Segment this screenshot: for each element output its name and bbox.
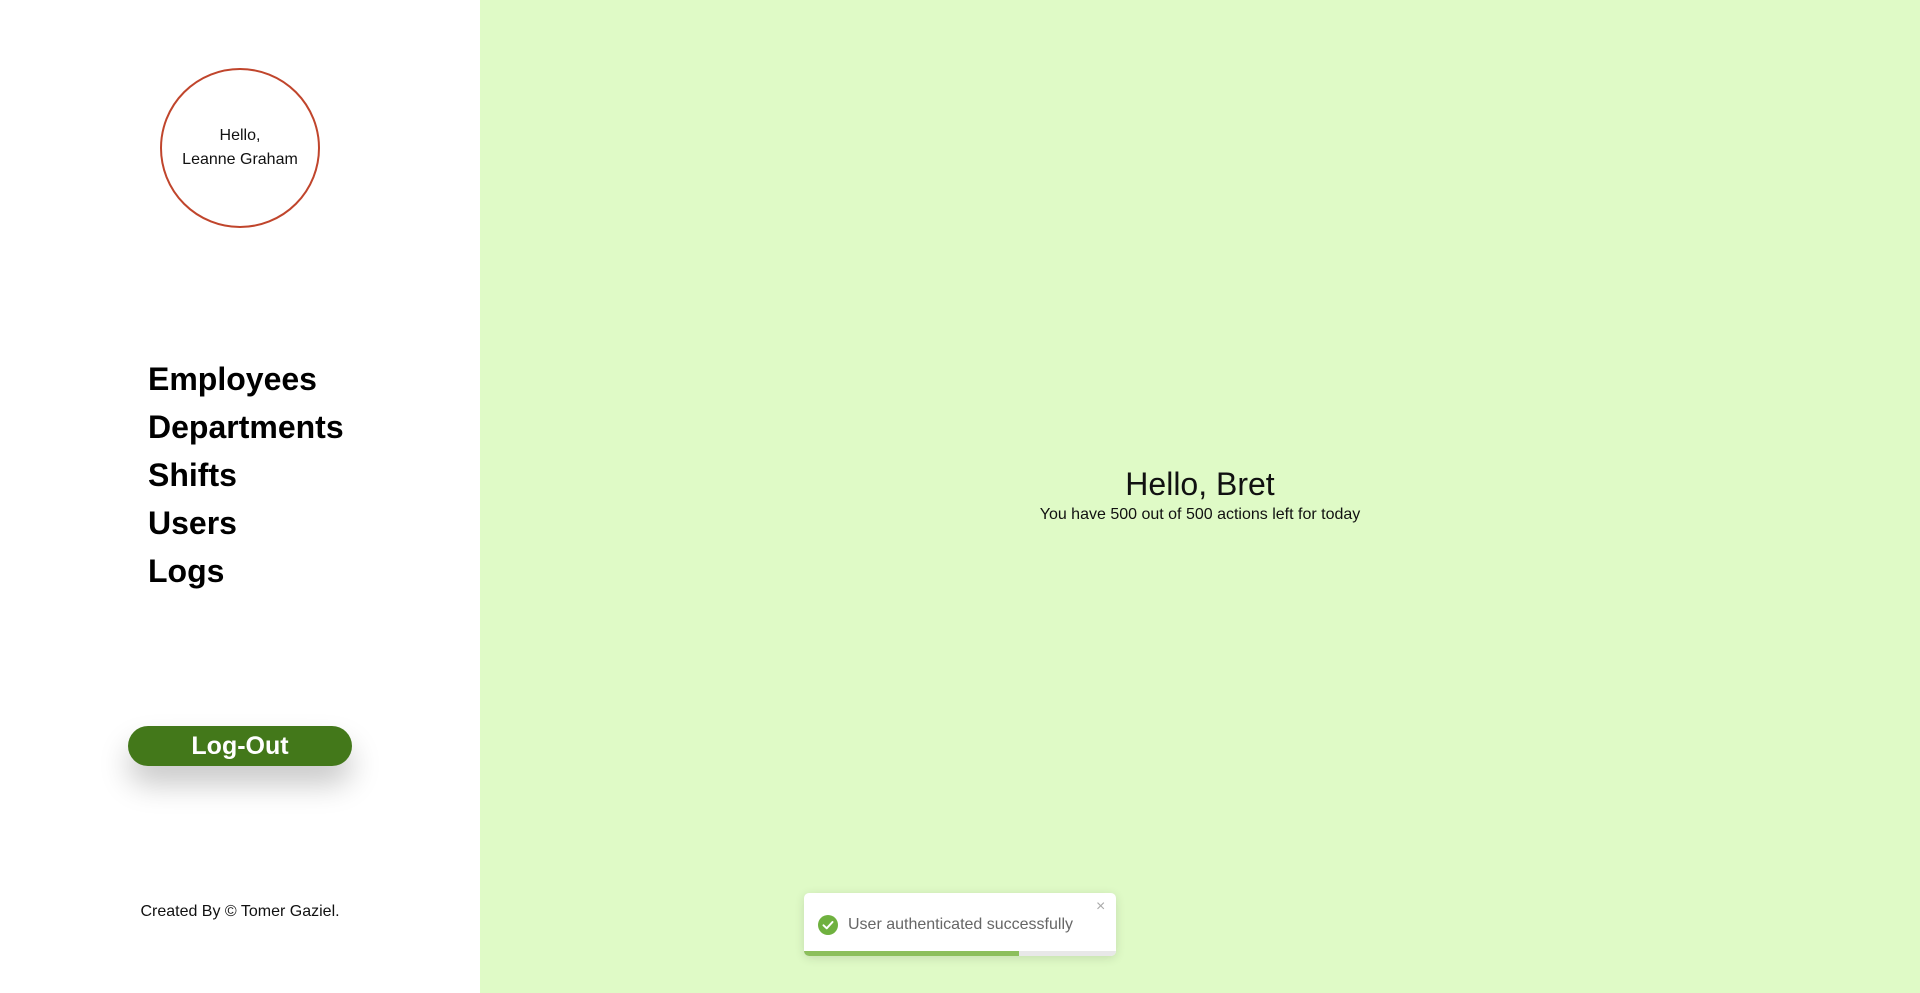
- toast-progress-bar: [804, 951, 1020, 956]
- avatar-username: Leanne Graham: [182, 151, 298, 168]
- toast-notification[interactable]: User authenticated successfully ×: [804, 893, 1116, 956]
- toast-progress-track: [804, 951, 1116, 956]
- sidebar: Hello, Leanne Graham Employees Departmen…: [0, 0, 480, 993]
- sidebar-item-employees[interactable]: Employees: [148, 355, 344, 403]
- app-root: Hello, Leanne Graham Employees Departmen…: [0, 0, 1920, 993]
- avatar-greeting: Hello,: [219, 127, 261, 144]
- greeting-block: Hello, Bret You have 500 out of 500 acti…: [480, 464, 1920, 526]
- close-icon[interactable]: ×: [1096, 899, 1105, 915]
- sidebar-item-departments[interactable]: Departments: [148, 403, 344, 451]
- sidebar-item-users[interactable]: Users: [148, 499, 344, 547]
- sidebar-item-shifts[interactable]: Shifts: [148, 451, 344, 499]
- main-content: Hello, Bret You have 500 out of 500 acti…: [480, 0, 1920, 993]
- avatar: Hello, Leanne Graham: [160, 68, 320, 228]
- page-title: Hello, Bret: [1125, 466, 1275, 502]
- logout-button[interactable]: Log-Out: [128, 726, 352, 766]
- sidebar-nav: Employees Departments Shifts Users Logs: [148, 355, 344, 595]
- footer-credit: Created By © Tomer Gaziel.: [140, 903, 340, 920]
- toast-message: User authenticated successfully: [848, 916, 1073, 933]
- actions-remaining-text: You have 500 out of 500 actions left for…: [1039, 506, 1361, 523]
- sidebar-item-logs[interactable]: Logs: [148, 547, 344, 595]
- check-circle-icon: [818, 915, 838, 935]
